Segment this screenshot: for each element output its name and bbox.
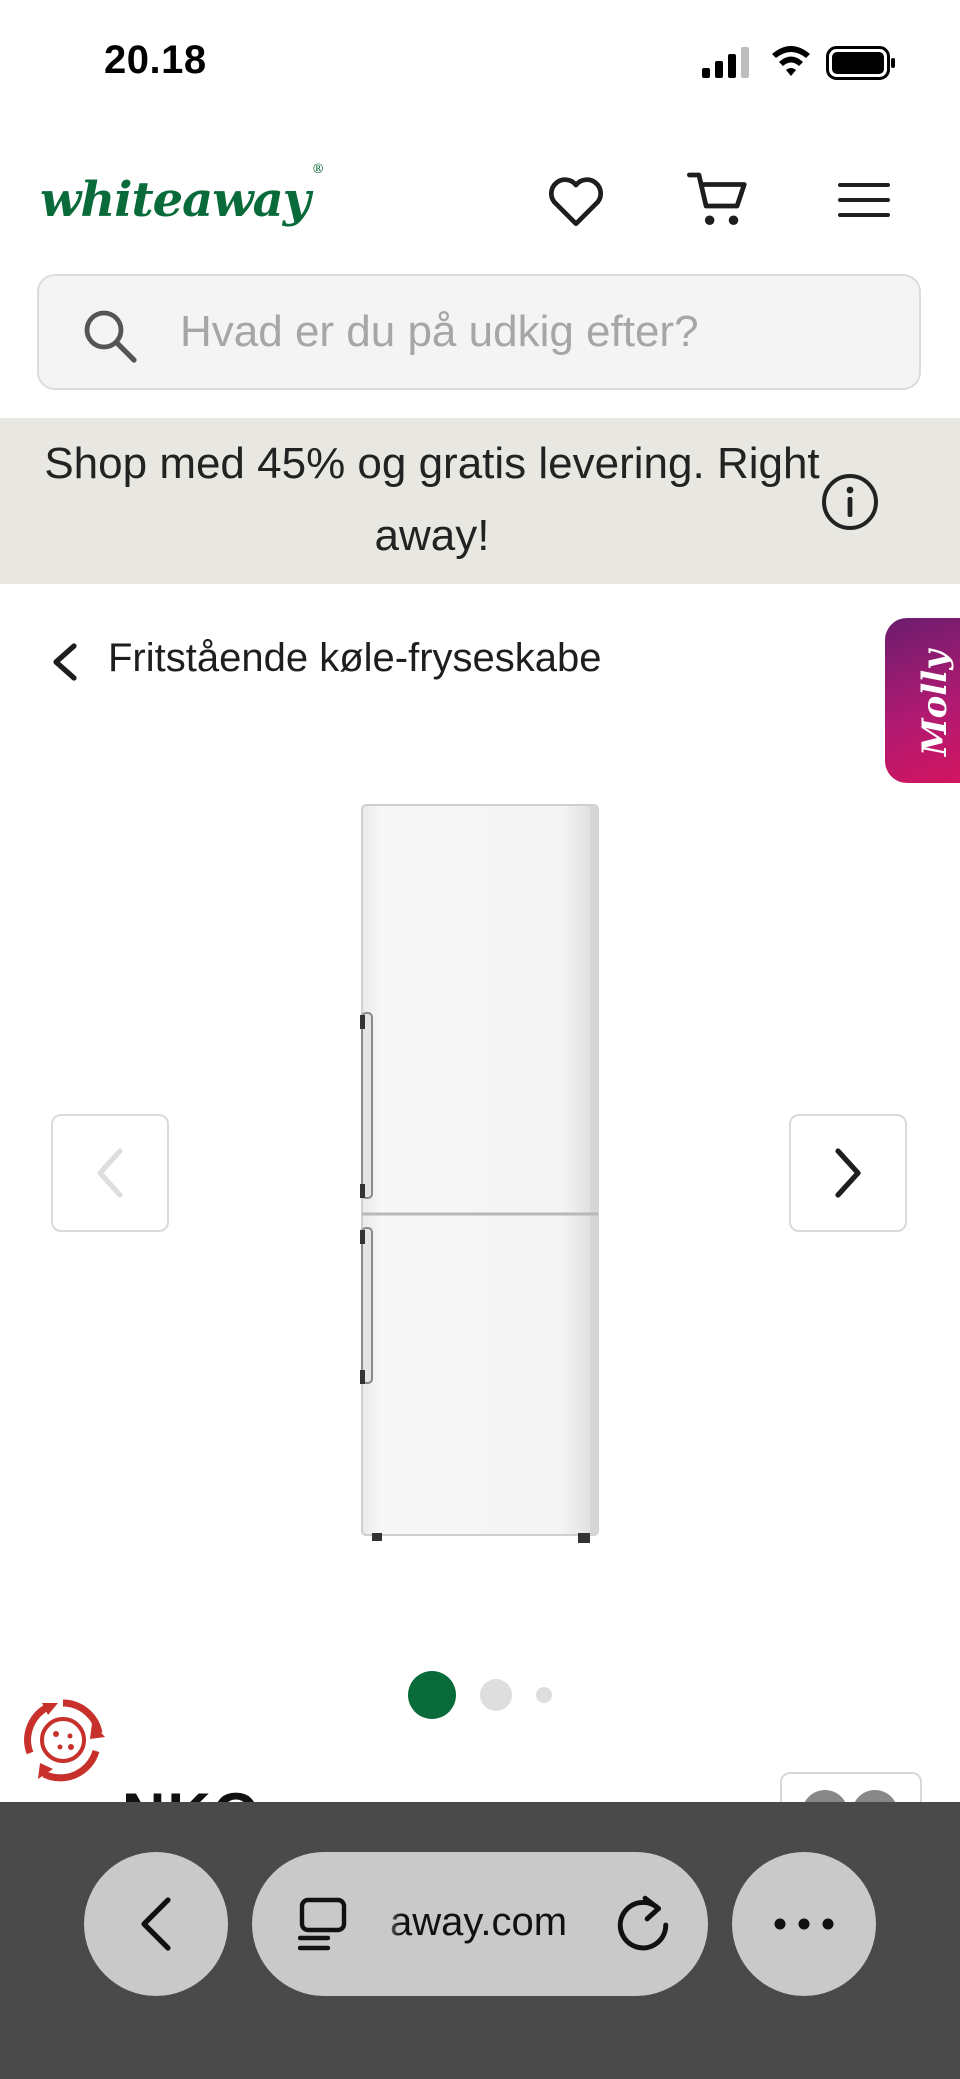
wifi-icon — [772, 46, 810, 76]
info-icon[interactable] — [820, 472, 880, 532]
chevron-right-icon — [835, 1148, 861, 1198]
browser-more-button[interactable] — [732, 1852, 876, 1996]
whiteaway-logo[interactable]: whiteaway® — [40, 162, 325, 228]
more-dots-icon — [774, 1918, 834, 1930]
url-fade — [372, 1880, 402, 1960]
gallery-dot-active[interactable] — [408, 1671, 456, 1719]
browser-back-button[interactable] — [84, 1852, 228, 1996]
signal-icon — [702, 47, 749, 78]
chevron-left-icon[interactable] — [46, 640, 86, 684]
product-image[interactable] — [350, 800, 610, 1545]
promo-text: Shop med 45% og gratis levering. Right a… — [44, 439, 820, 560]
battery-icon — [826, 46, 895, 80]
status-time: 20.18 — [104, 38, 207, 82]
gallery-next-button[interactable] — [789, 1114, 907, 1232]
gallery-dot[interactable] — [536, 1687, 552, 1703]
cookie-settings-icon[interactable] — [20, 1697, 106, 1783]
menu-button[interactable] — [832, 168, 896, 232]
chevron-left-icon — [97, 1148, 123, 1198]
reload-icon[interactable] — [612, 1892, 674, 1954]
gallery-dot[interactable] — [480, 1679, 512, 1711]
assistant-tab-label: Molly — [915, 649, 955, 756]
breadcrumb-category-link[interactable]: Fritstående køle-fryseskabe — [108, 636, 602, 681]
search-input[interactable] — [180, 298, 880, 366]
chevron-left-icon — [141, 1897, 171, 1951]
cart-button[interactable] — [686, 168, 750, 232]
heart-icon — [548, 177, 604, 227]
cart-icon — [687, 172, 747, 226]
reader-tabs-icon[interactable] — [298, 1896, 348, 1952]
wishlist-button[interactable] — [544, 168, 608, 232]
gallery-prev-button[interactable] — [51, 1114, 169, 1232]
menu-icon — [838, 183, 890, 217]
search-icon — [84, 310, 137, 363]
browser-url-text: away.com — [390, 1900, 568, 1944]
